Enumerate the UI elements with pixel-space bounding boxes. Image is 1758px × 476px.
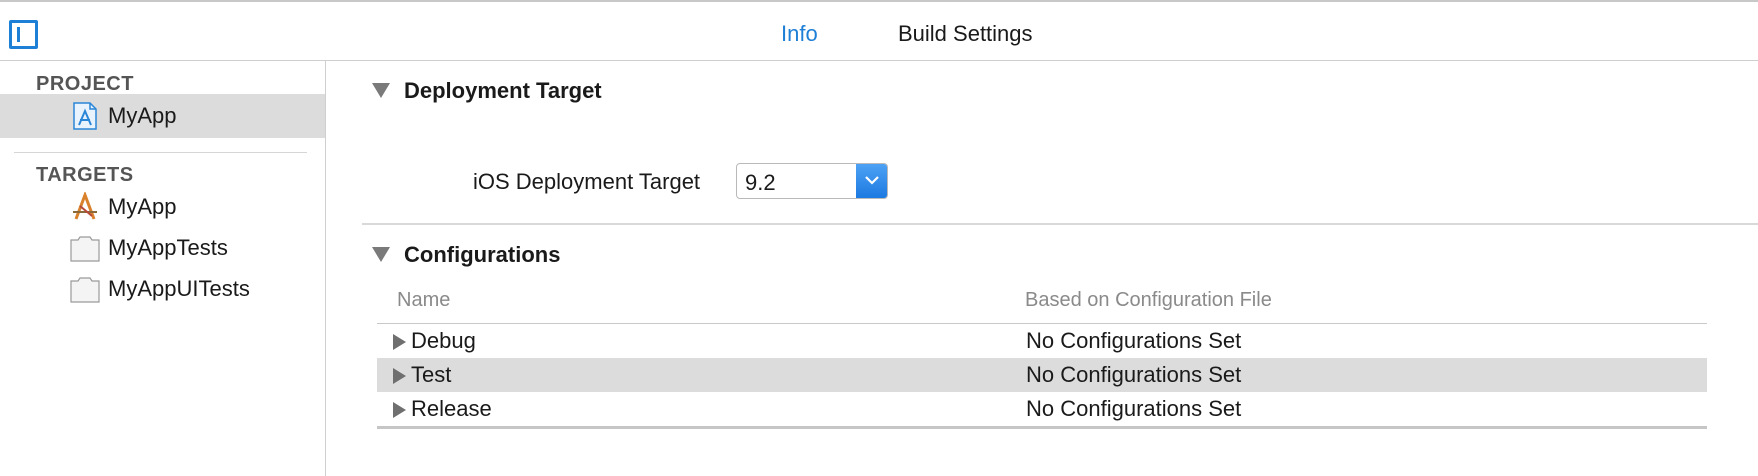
sidebar-item-project-myapp[interactable]: MyApp	[0, 94, 325, 138]
configurations-disclosure-icon[interactable]	[372, 247, 390, 262]
config-file[interactable]: No Configurations Set	[1026, 328, 1241, 354]
table-bottom-border	[377, 426, 1707, 429]
disclosure-triangle-icon[interactable]	[393, 334, 406, 350]
config-file[interactable]: No Configurations Set	[1026, 362, 1241, 388]
targets-header: TARGETS	[36, 164, 134, 186]
disclosure-triangle-icon[interactable]	[393, 402, 406, 418]
project-header: PROJECT	[36, 73, 134, 95]
ios-deployment-target-label: iOS Deployment Target	[473, 169, 701, 194]
sidebar-toggle-icon[interactable]	[9, 20, 38, 49]
sidebar-item-label: MyApp	[108, 103, 177, 128]
project-targets-sidebar: PROJECT MyApp TARGETS MyApp MyAppTests M…	[0, 61, 326, 476]
sidebar-item-label: MyAppUITests	[108, 276, 250, 301]
sidebar-item-label: MyApp	[108, 194, 177, 219]
project-file-icon	[73, 102, 97, 130]
test-bundle-icon	[70, 236, 100, 262]
sidebar-item-target-myapp[interactable]: MyApp	[0, 185, 325, 229]
table-row[interactable]: Test No Configurations Set	[377, 358, 1707, 392]
column-header-config-file[interactable]: Based on Configuration File	[1025, 289, 1272, 312]
deployment-disclosure-icon[interactable]	[372, 83, 390, 98]
ios-deployment-target-value: 9.2	[745, 170, 776, 195]
sidebar-item-target-myappuitests[interactable]: MyAppUITests	[0, 267, 325, 311]
chevron-down-icon[interactable]	[856, 164, 887, 198]
tab-build-settings[interactable]: Build Settings	[898, 20, 1033, 48]
sidebar-item-label: MyAppTests	[108, 235, 228, 260]
disclosure-triangle-icon[interactable]	[393, 368, 406, 384]
table-row[interactable]: Release No Configurations Set	[377, 392, 1707, 426]
sidebar-item-target-myapptests[interactable]: MyAppTests	[0, 226, 325, 270]
table-row[interactable]: Debug No Configurations Set	[377, 324, 1707, 358]
app-target-icon	[73, 192, 97, 220]
config-file[interactable]: No Configurations Set	[1026, 396, 1241, 422]
tab-info[interactable]: Info	[781, 20, 818, 48]
config-name: Release	[411, 396, 492, 421]
section-divider	[362, 223, 1758, 225]
column-header-name[interactable]: Name	[397, 289, 450, 312]
info-pane: Deployment Target iOS Deployment Target …	[327, 61, 1758, 476]
ios-deployment-target-select[interactable]: 9.2	[736, 163, 888, 199]
configurations-header: Configurations	[404, 242, 561, 267]
editor-tab-bar: Info Build Settings	[0, 0, 1758, 61]
deployment-target-header: Deployment Target	[404, 78, 602, 103]
sidebar-divider	[14, 152, 307, 153]
config-name: Debug	[411, 328, 476, 353]
test-bundle-icon	[70, 277, 100, 303]
config-name: Test	[411, 362, 452, 387]
